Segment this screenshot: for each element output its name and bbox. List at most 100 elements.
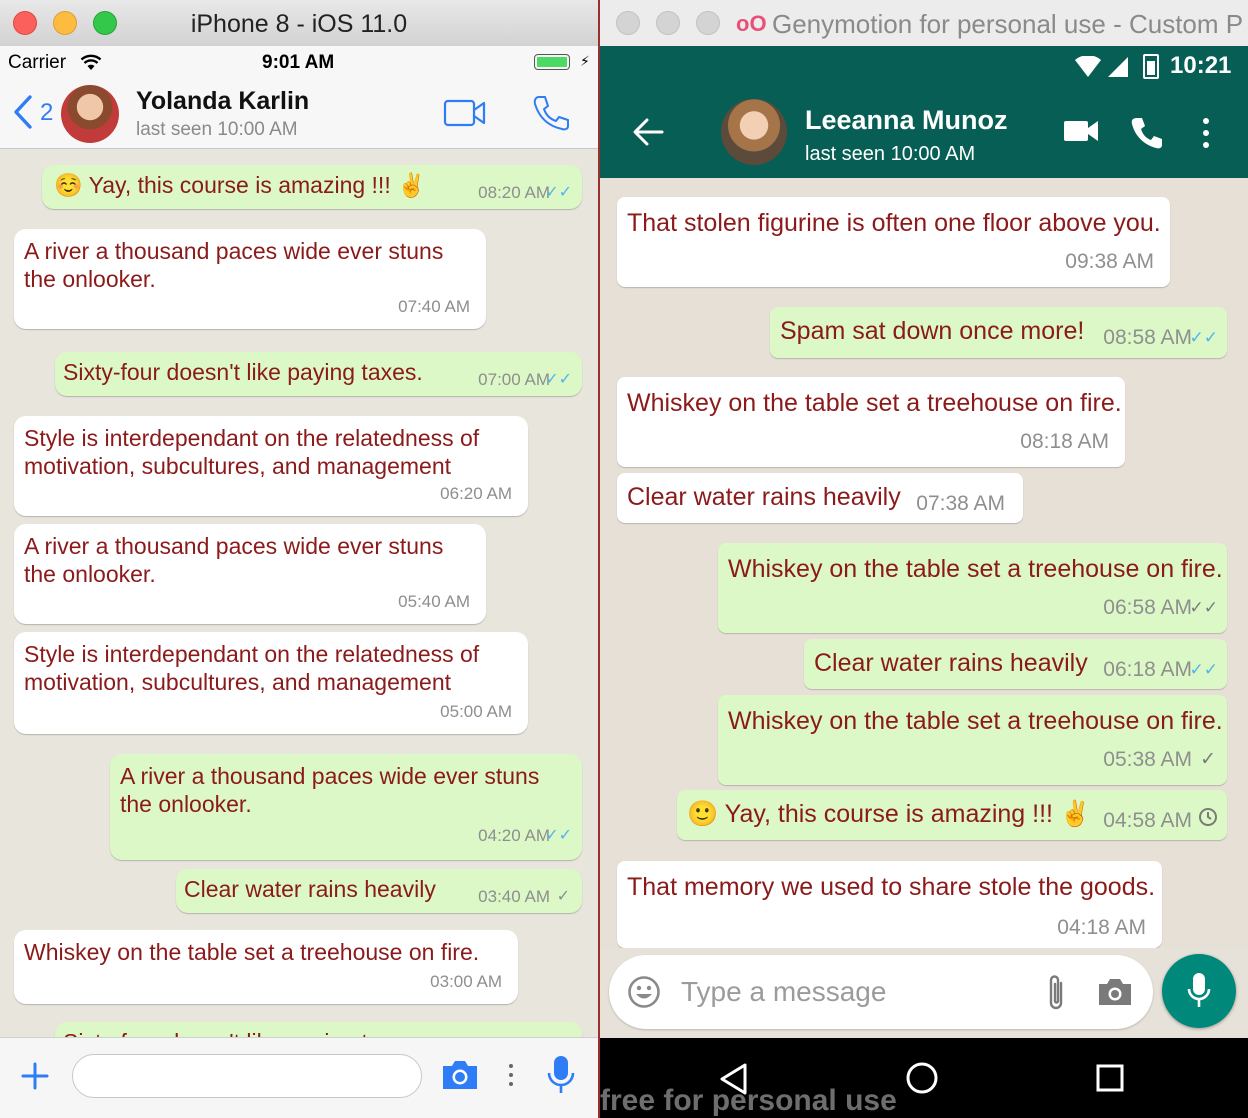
message-bubble-incoming[interactable]: A river a thousand paces wide ever stuns… [14, 524, 486, 624]
ios-status-bar: Carrier 9:01 AM ⚡ [0, 46, 598, 80]
mac-title-bar: iPhone 8 - iOS 11.0 [0, 0, 598, 47]
camera-icon[interactable] [1097, 977, 1133, 1007]
message-bubble-incoming[interactable]: Style is interdependant on the relatedne… [14, 632, 528, 734]
message-text: ☺️ Yay, this course is amazing !!! ✌️ [54, 172, 426, 198]
delivered-ticks-icon: ✓✓ [1189, 598, 1219, 617]
video-call-icon[interactable] [443, 99, 487, 127]
genymotion-logo-icon: oO [736, 11, 767, 36]
phone-icon[interactable] [1130, 116, 1164, 150]
read-ticks-icon: ✓✓ [1189, 328, 1219, 347]
message-bubble-outgoing[interactable]: 🙂 Yay, this course is amazing !!! ✌️ 04:… [677, 790, 1227, 840]
message-input-field[interactable] [72, 1054, 422, 1098]
genymotion-title-bar: oO Genymotion for personal use - Custom … [600, 0, 1248, 47]
message-text: 🙂 Yay, this course is amazing !!! ✌️ [687, 800, 1092, 828]
message-bubble-outgoing[interactable]: Whiskey on the table set a treehouse on … [718, 543, 1227, 633]
message-text: That stolen figurine is often one floor … [627, 209, 1161, 237]
message-bubble-outgoing[interactable]: ☺️ Yay, this course is amazing !!! ✌️ 08… [42, 165, 582, 209]
message-text: Whiskey on the table set a treehouse on … [728, 555, 1223, 583]
android-chat-toolbar: Leeanna Munoz last seen 10:00 AM [600, 86, 1248, 178]
message-bubble-outgoing[interactable]: A river a thousand paces wide ever stuns… [110, 754, 582, 860]
message-time: 04:20 AM [478, 826, 550, 845]
last-seen-label: last seen 10:00 AM [136, 119, 298, 140]
carrier-label: Carrier [8, 52, 67, 73]
contact-name[interactable]: Leeanna Munoz [805, 105, 1008, 136]
message-bubble-outgoing[interactable]: Whiskey on the table set a treehouse on … [718, 695, 1227, 785]
signal-icon [1108, 57, 1128, 77]
mic-icon[interactable] [546, 1054, 576, 1096]
message-time: 05:00 AM [440, 702, 512, 721]
message-text: A river a thousand paces wide ever stuns… [24, 238, 444, 292]
nav-home-icon[interactable] [905, 1061, 939, 1095]
message-input-field[interactable]: Type a message [609, 955, 1153, 1029]
android-message-list[interactable]: That stolen figurine is often one floor … [600, 178, 1248, 948]
message-bubble-outgoing[interactable]: Sixty-four doesn't like paying taxes. [55, 1022, 582, 1038]
genymotion-window: oO Genymotion for personal use - Custom … [600, 0, 1248, 1118]
message-text: Clear water rains heavily [814, 649, 1088, 677]
clock-pending-icon [1199, 808, 1217, 826]
close-window-button[interactable] [616, 11, 640, 35]
message-bubble-incoming[interactable]: Whiskey on the table set a treehouse on … [617, 377, 1125, 467]
back-count-badge[interactable]: 2 [40, 99, 53, 127]
message-bubble-incoming[interactable]: Clear water rains heavily 07:38 AM [617, 473, 1023, 523]
back-chevron-icon[interactable] [12, 94, 34, 130]
more-icon[interactable] [1202, 116, 1210, 150]
message-bubble-outgoing[interactable]: Clear water rains heavily 03:40 AM ✓ [176, 869, 582, 913]
message-time: 09:38 AM [1065, 250, 1154, 273]
message-time: 06:18 AM [1103, 658, 1192, 681]
message-bubble-outgoing[interactable]: Clear water rains heavily 06:18 AM ✓✓ [804, 639, 1227, 689]
camera-icon[interactable] [440, 1058, 480, 1092]
message-bubble-incoming[interactable]: That memory we used to share stole the g… [617, 861, 1162, 948]
charging-icon: ⚡ [580, 53, 590, 69]
video-call-icon[interactable] [1063, 119, 1099, 143]
message-text: Style is interdependant on the relatedne… [24, 425, 480, 479]
message-time: 05:40 AM [398, 592, 470, 611]
minimize-window-button[interactable] [656, 11, 680, 35]
message-text: Clear water rains heavily [627, 483, 901, 511]
message-text: Clear water rains heavily [184, 876, 436, 902]
send-mic-button[interactable] [1162, 954, 1236, 1028]
message-bubble-incoming[interactable]: Style is interdependant on the relatedne… [14, 416, 528, 516]
ios-message-list[interactable]: ☺️ Yay, this course is amazing !!! ✌️ 08… [0, 149, 598, 1038]
read-ticks-icon: ✓✓ [545, 371, 572, 388]
message-bubble-incoming[interactable]: That stolen figurine is often one floor … [617, 197, 1170, 287]
mic-icon [1187, 973, 1211, 1007]
phone-icon[interactable] [531, 94, 571, 132]
message-text: Whiskey on the table set a treehouse on … [728, 707, 1223, 735]
message-text: That memory we used to share stole the g… [627, 873, 1156, 901]
read-ticks-icon: ✓✓ [545, 827, 572, 844]
contact-avatar[interactable] [61, 85, 119, 143]
message-time: 08:18 AM [1020, 430, 1109, 453]
wifi-icon [80, 54, 102, 70]
message-time: 07:40 AM [398, 297, 470, 316]
contact-avatar[interactable] [721, 99, 787, 165]
ios-simulator-window: iPhone 8 - iOS 11.0 Carrier 9:01 AM ⚡ 2 … [0, 0, 598, 1118]
emoji-icon[interactable] [627, 975, 661, 1009]
message-time: 04:18 AM [1057, 916, 1146, 939]
nav-recents-icon[interactable] [1095, 1063, 1125, 1093]
message-text: Whiskey on the table set a treehouse on … [627, 389, 1122, 417]
message-time: 07:00 AM [478, 370, 550, 389]
message-bubble-incoming[interactable]: A river a thousand paces wide ever stuns… [14, 229, 486, 329]
message-input-placeholder: Type a message [681, 976, 887, 1007]
message-bubble-incoming[interactable]: Whiskey on the table set a treehouse on … [14, 930, 518, 1004]
wifi-icon [1075, 56, 1101, 77]
plus-icon[interactable] [21, 1062, 49, 1090]
more-icon[interactable] [508, 1060, 514, 1092]
message-bubble-outgoing[interactable]: Sixty-four doesn't like paying taxes. 07… [55, 352, 582, 396]
zoom-window-button[interactable] [696, 11, 720, 35]
message-time: 05:38 AM [1103, 748, 1192, 771]
sent-tick-icon: ✓ [556, 888, 570, 905]
window-title: iPhone 8 - iOS 11.0 [190, 10, 408, 38]
message-text: Sixty-four doesn't like paying taxes. [63, 359, 423, 385]
android-navigation-bar: free for personal use [600, 1038, 1248, 1118]
contact-name[interactable]: Yolanda Karlin [136, 87, 309, 116]
message-bubble-outgoing[interactable]: Spam sat down once more! 08:58 AM ✓✓ [770, 307, 1227, 358]
attach-icon[interactable] [1045, 973, 1067, 1013]
battery-icon [1143, 54, 1159, 79]
message-text: Style is interdependant on the relatedne… [24, 641, 480, 695]
ios-chat-header: 2 Yolanda Karlin last seen 10:00 AM [0, 80, 598, 149]
back-arrow-icon[interactable] [632, 118, 664, 146]
message-time: 08:20 AM [478, 183, 550, 202]
message-text: A river a thousand paces wide ever stuns… [120, 763, 540, 817]
message-time: 06:58 AM [1103, 596, 1192, 619]
